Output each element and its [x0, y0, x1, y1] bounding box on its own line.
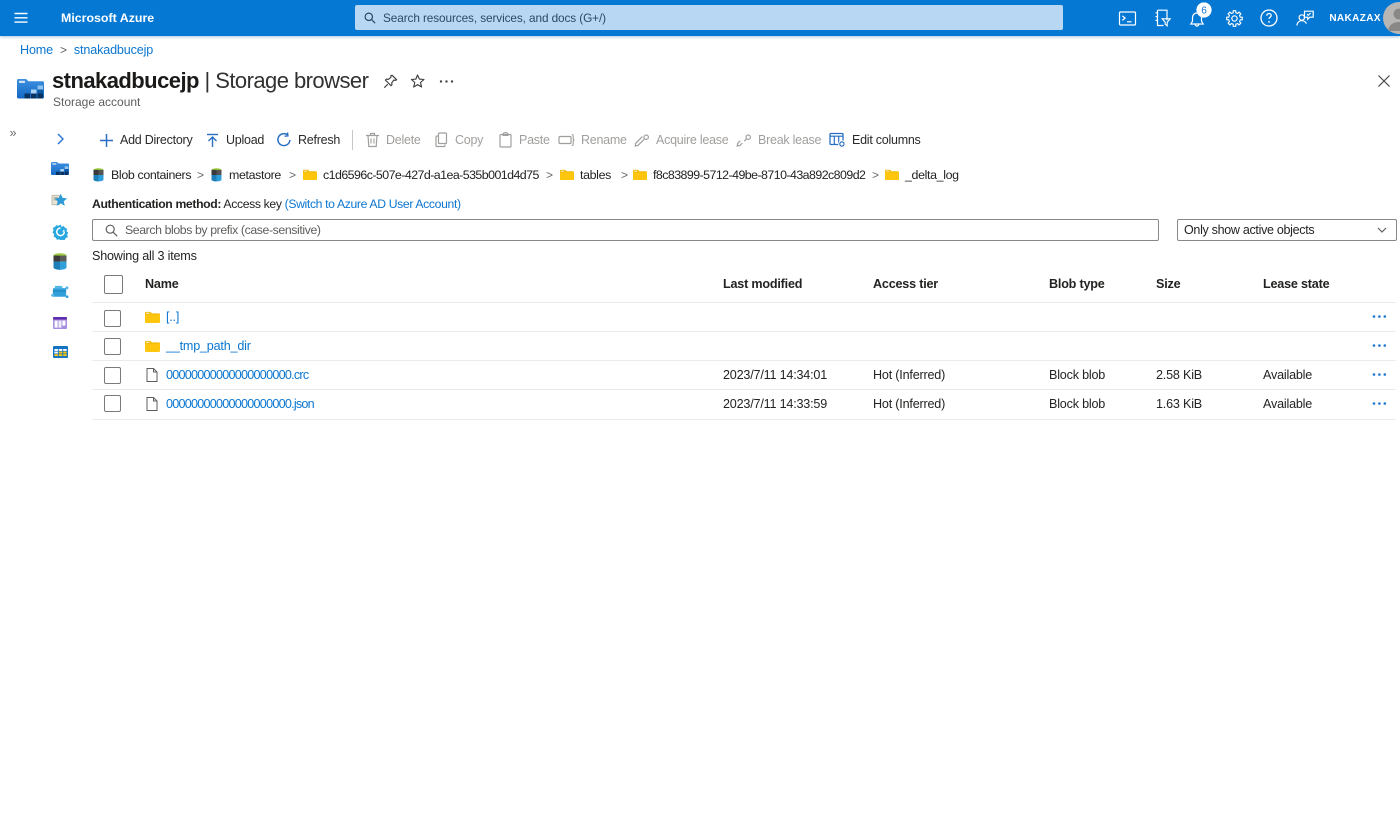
svg-text:6: 6	[1201, 5, 1207, 16]
